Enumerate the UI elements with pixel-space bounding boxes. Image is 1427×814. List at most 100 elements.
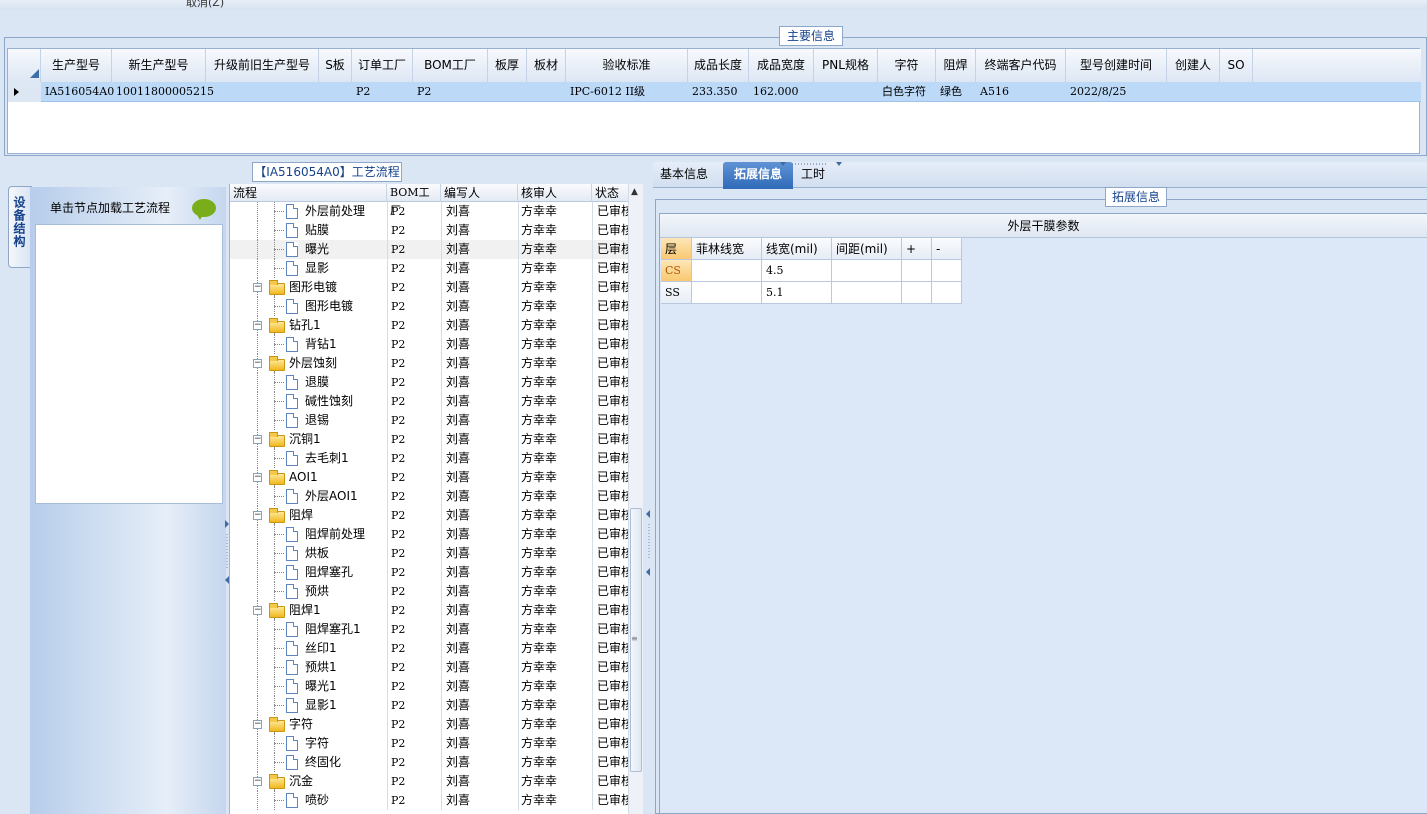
param-col-header[interactable]: 间距(mil): [832, 238, 902, 260]
flow-col-header[interactable]: 流程: [230, 184, 387, 202]
main-row-cell[interactable]: IPC-6012 II级: [568, 82, 688, 102]
collapse-icon[interactable]: −: [253, 359, 262, 368]
main-row-cell[interactable]: 162.000: [751, 82, 814, 102]
flow-row[interactable]: 显影 P2 刘喜 方幸幸 已审核: [230, 259, 630, 278]
flow-row[interactable]: 烘板 P2 刘喜 方幸幸 已审核: [230, 544, 630, 563]
main-col-header[interactable]: 成品长度: [688, 49, 749, 82]
main-row-cell[interactable]: 白色字符: [880, 82, 936, 102]
flow-row[interactable]: 背钻1 P2 刘喜 方幸幸 已审核: [230, 335, 630, 354]
flow-row[interactable]: − AOI1 P2 刘喜 方幸幸 已审核: [230, 468, 630, 487]
param-cell[interactable]: [932, 282, 962, 304]
main-row-cell[interactable]: [1169, 82, 1220, 102]
flow-row[interactable]: 碱性蚀刻 P2 刘喜 方幸幸 已审核: [230, 392, 630, 411]
main-row-cell[interactable]: P2: [415, 82, 488, 102]
param-col-header[interactable]: +: [902, 238, 932, 260]
main-col-header[interactable]: 订单工厂: [352, 49, 413, 82]
flow-row[interactable]: 外层前处理 P2 刘喜 方幸幸 已审核: [230, 202, 630, 221]
tab-basic-info[interactable]: 基本信息: [660, 162, 708, 187]
flow-row[interactable]: 曝光 P2 刘喜 方幸幸 已审核: [230, 240, 630, 259]
main-row-cell[interactable]: [208, 82, 319, 102]
main-row-cell[interactable]: P2: [354, 82, 413, 102]
flow-row[interactable]: 阻焊塞孔1 P2 刘喜 方幸幸 已审核: [230, 620, 630, 639]
flow-row[interactable]: 贴膜 P2 刘喜 方幸幸 已审核: [230, 221, 630, 240]
main-col-header[interactable]: 板材: [527, 49, 566, 82]
main-col-header[interactable]: SO: [1220, 49, 1253, 82]
splitter-arrow-icon[interactable]: [780, 157, 842, 171]
param-cell[interactable]: CS: [661, 260, 692, 282]
main-row-cell[interactable]: [529, 82, 566, 102]
flow-row[interactable]: − 字符 P2 刘喜 方幸幸 已审核: [230, 715, 630, 734]
main-col-header[interactable]: 阻焊: [936, 49, 976, 82]
collapse-icon[interactable]: −: [253, 473, 262, 482]
main-col-header[interactable]: PNL规格: [814, 49, 878, 82]
flow-row[interactable]: − 阻焊 P2 刘喜 方幸幸 已审核: [230, 506, 630, 525]
main-row-cell[interactable]: 2022/8/25: [1068, 82, 1167, 102]
param-cell[interactable]: [832, 282, 902, 304]
main-col-header[interactable]: 字符: [878, 49, 936, 82]
param-cell[interactable]: 4.5: [762, 260, 832, 282]
main-col-header[interactable]: 终端客户代码: [976, 49, 1066, 82]
flow-row[interactable]: 喷砂 P2 刘喜 方幸幸 已审核: [230, 791, 630, 810]
flow-row[interactable]: 丝印1 P2 刘喜 方幸幸 已审核: [230, 639, 630, 658]
flow-col-header[interactable]: 核审人: [518, 184, 592, 202]
process-flow-tree[interactable]: 流程BOM工厂编写人核审人状态 外层前处理P2刘喜方幸幸已审核贴膜P2刘喜方幸幸…: [229, 184, 643, 814]
main-row-cell[interactable]: IA516054A0: [43, 82, 114, 102]
main-col-header[interactable]: 板厚: [488, 49, 527, 82]
param-cell[interactable]: [692, 282, 762, 304]
flow-row[interactable]: 预烘 P2 刘喜 方幸幸 已审核: [230, 582, 630, 601]
flow-row[interactable]: 显影1 P2 刘喜 方幸幸 已审核: [230, 696, 630, 715]
main-row-cell[interactable]: 10011800005215: [114, 82, 214, 102]
main-row-cell[interactable]: [490, 82, 527, 102]
main-col-header[interactable]: S板: [319, 49, 352, 82]
flow-row[interactable]: 字符 P2 刘喜 方幸幸 已审核: [230, 734, 630, 753]
flow-row[interactable]: 阻焊前处理 P2 刘喜 方幸幸 已审核: [230, 525, 630, 544]
flow-row[interactable]: 退膜 P2 刘喜 方幸幸 已审核: [230, 373, 630, 392]
param-cell[interactable]: [902, 260, 932, 282]
collapse-icon[interactable]: −: [253, 606, 262, 615]
param-cell[interactable]: [902, 282, 932, 304]
main-col-header[interactable]: 成品宽度: [749, 49, 814, 82]
main-col-header[interactable]: BOM工厂: [413, 49, 488, 82]
main-info-row[interactable]: IA516054A0 10011800005215 P2 P2 IPC-6012 II级…: [8, 82, 1421, 102]
cancel-button[interactable]: 取消(Z): [186, 0, 224, 10]
scroll-up-icon[interactable]: ▲: [631, 187, 638, 197]
collapse-icon[interactable]: −: [253, 435, 262, 444]
collapse-icon[interactable]: −: [253, 511, 262, 520]
main-col-header[interactable]: 创建人: [1167, 49, 1220, 82]
flow-row[interactable]: − 阻焊1 P2 刘喜 方幸幸 已审核: [230, 601, 630, 620]
flow-row[interactable]: 预烘1 P2 刘喜 方幸幸 已审核: [230, 658, 630, 677]
flow-row[interactable]: 退锡 P2 刘喜 方幸幸 已审核: [230, 411, 630, 430]
flow-row[interactable]: − 沉金 P2 刘喜 方幸幸 已审核: [230, 772, 630, 791]
param-cell[interactable]: [692, 260, 762, 282]
param-cell[interactable]: [832, 260, 902, 282]
right-splitter-grip[interactable]: [646, 510, 652, 580]
main-row-cell[interactable]: [816, 82, 878, 102]
param-col-header[interactable]: 线宽(mil): [762, 238, 832, 260]
main-col-header[interactable]: 新生产型号: [112, 49, 206, 82]
main-col-header[interactable]: 升级前旧生产型号: [206, 49, 319, 82]
main-row-cell[interactable]: [1222, 82, 1253, 102]
flow-row[interactable]: − 沉铜1 P2 刘喜 方幸幸 已审核: [230, 430, 630, 449]
param-col-header[interactable]: -: [932, 238, 962, 260]
flow-row[interactable]: − 钻孔1 P2 刘喜 方幸幸 已审核: [230, 316, 630, 335]
collapse-icon[interactable]: −: [253, 321, 262, 330]
flow-row[interactable]: 去毛刺1 P2 刘喜 方幸幸 已审核: [230, 449, 630, 468]
main-col-header[interactable]: 生产型号: [41, 49, 112, 82]
flow-row[interactable]: 图形电镀 P2 刘喜 方幸幸 已审核: [230, 297, 630, 316]
device-tree-area[interactable]: [35, 224, 223, 504]
param-col-header[interactable]: 菲林线宽: [692, 238, 762, 260]
main-col-header[interactable]: 验收标准: [566, 49, 688, 82]
collapse-icon[interactable]: −: [253, 283, 262, 292]
flow-row[interactable]: 外层AOI1 P2 刘喜 方幸幸 已审核: [230, 487, 630, 506]
param-col-header[interactable]: 层: [661, 238, 692, 260]
flow-row[interactable]: 终固化 P2 刘喜 方幸幸 已审核: [230, 753, 630, 772]
main-row-cell[interactable]: [321, 82, 352, 102]
flow-col-header[interactable]: 编写人: [441, 184, 518, 202]
main-col-header[interactable]: 型号创建时间: [1066, 49, 1167, 82]
flow-row[interactable]: 曝光1 P2 刘喜 方幸幸 已审核: [230, 677, 630, 696]
main-row-cell[interactable]: 绿色: [938, 82, 976, 102]
grid-corner[interactable]: [8, 49, 41, 82]
collapse-icon[interactable]: −: [253, 720, 262, 729]
param-cell[interactable]: 5.1: [762, 282, 832, 304]
param-cell[interactable]: SS: [661, 282, 692, 304]
